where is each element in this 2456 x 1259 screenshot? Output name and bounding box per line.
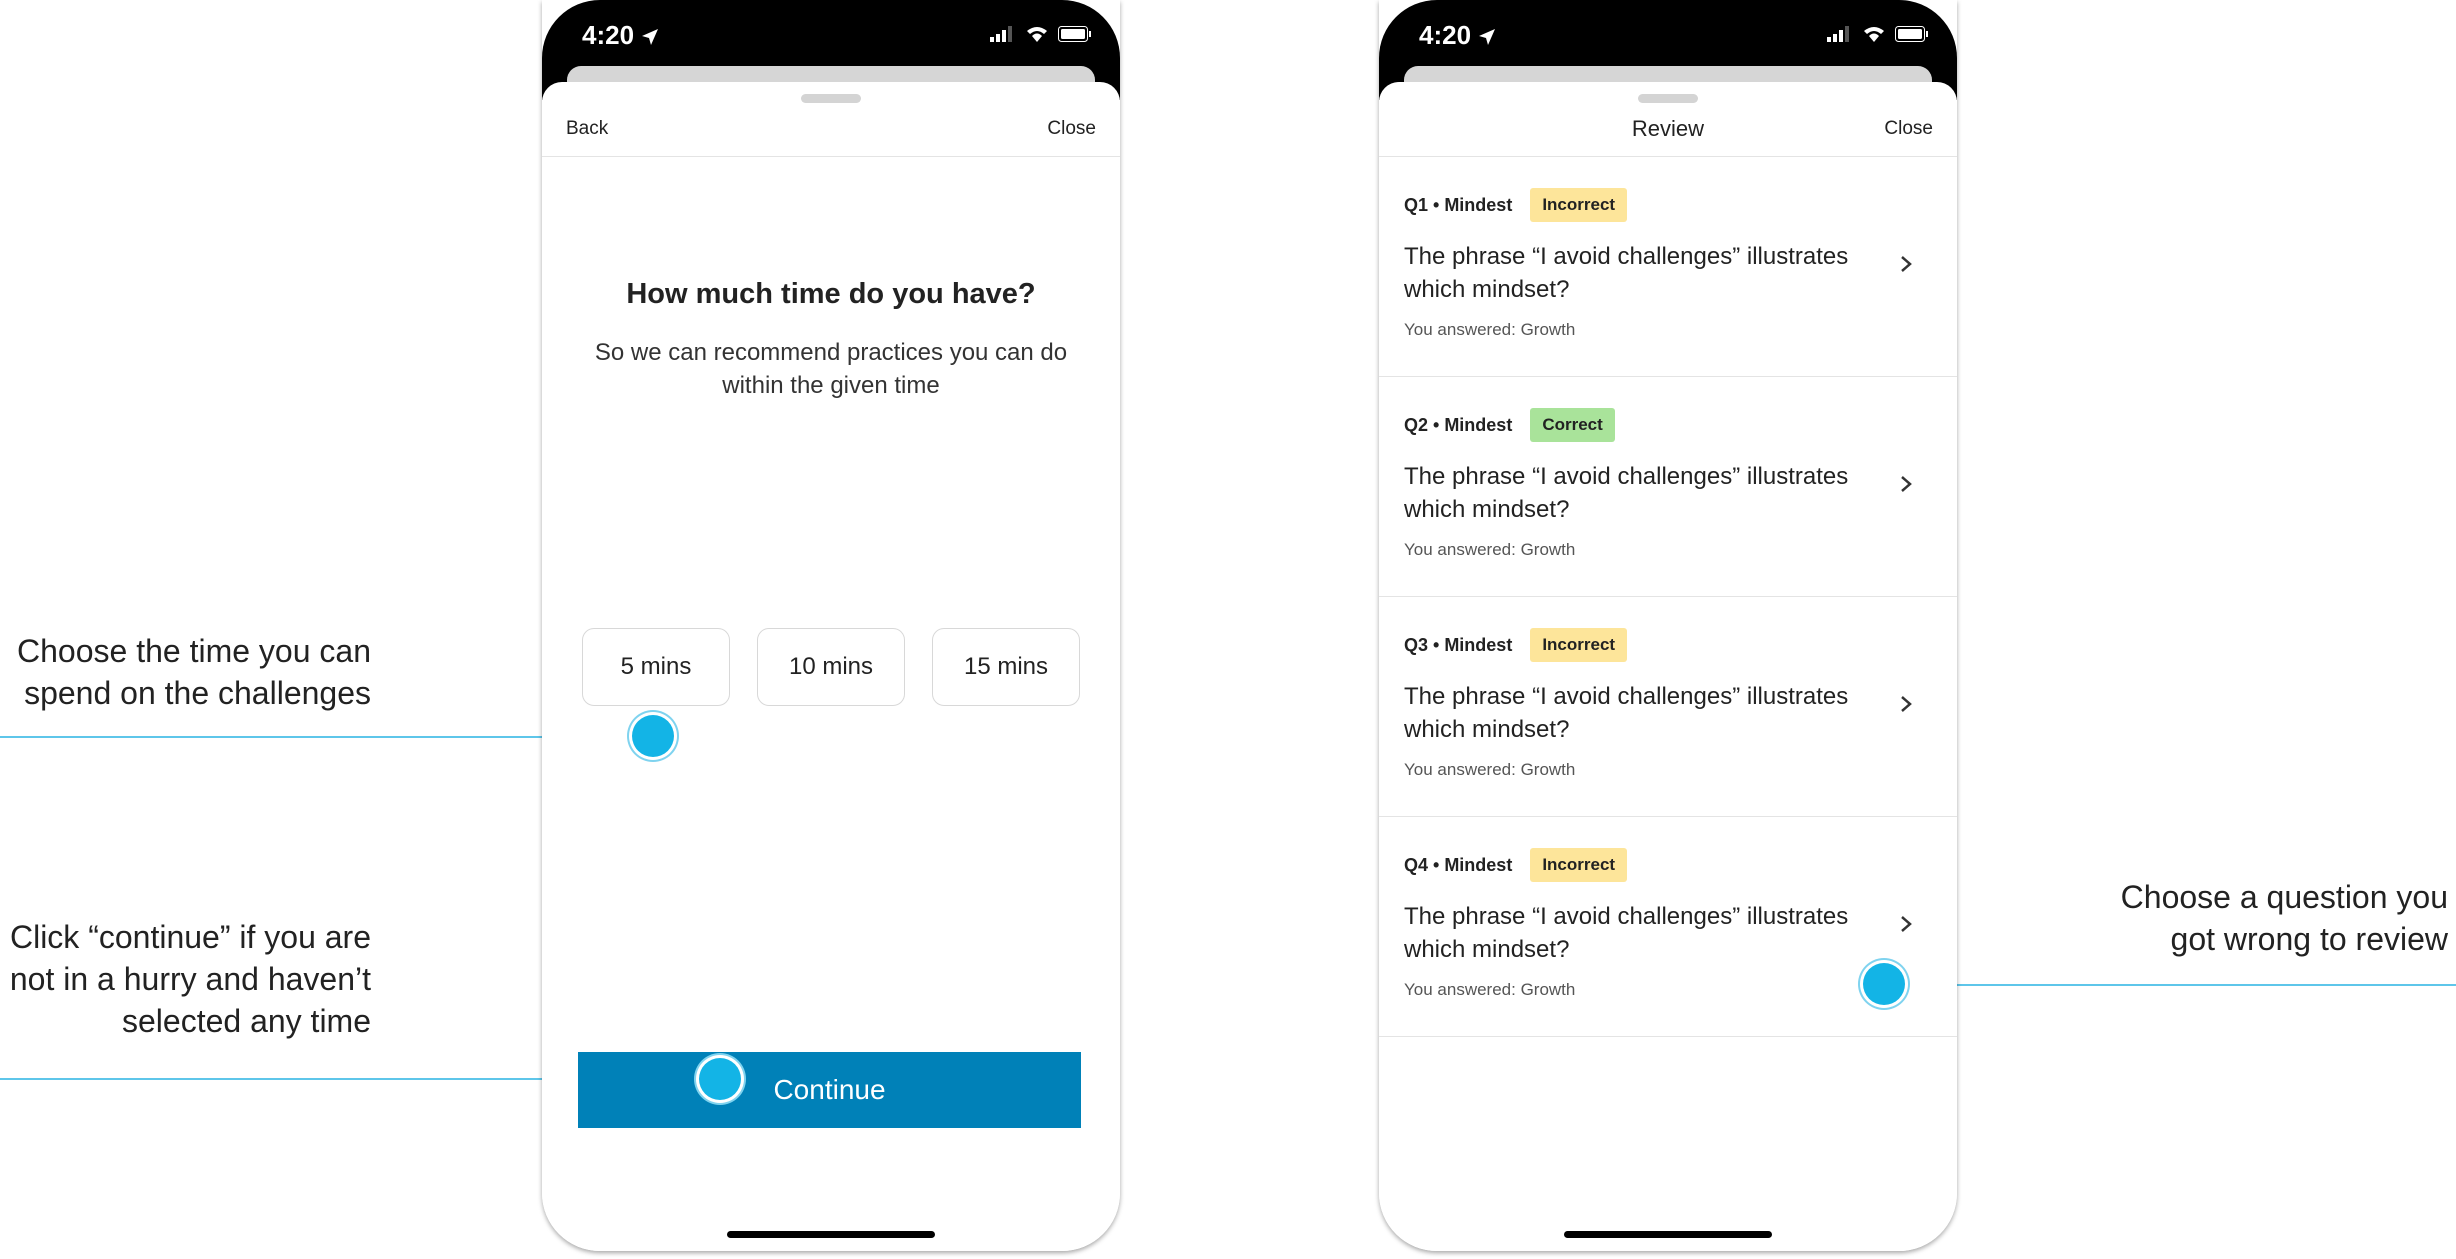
question-label: Q4 • Mindest [1404,854,1513,875]
annotation-time-line-1: Choose the time you can [17,633,371,669]
annotation-dot-review [1863,963,1905,1005]
annotation-review-line-2: got wrong to review [2170,921,2448,957]
annotation-continue-line-2: not in a hurry and haven’t [9,961,371,997]
question-label: Q2 • Mindest [1404,414,1513,435]
review-item-q2[interactable]: Q2 • Mindest Correct The phrase “I avoid… [1379,377,1957,597]
right-phone: 4:20 Review Close Q1 • Mindest Incorrect… [1379,0,1957,1251]
nav-divider [542,156,1120,157]
chevron-right-icon[interactable] [1895,473,1917,495]
time-option-10[interactable]: 10 mins [757,628,905,706]
close-button[interactable]: Close [1047,118,1096,140]
annotation-review-connector [1884,984,2456,986]
review-item-q1[interactable]: Q1 • Mindest Incorrect The phrase “I avo… [1379,157,1957,377]
review-sheet: Review Close Q1 • Mindest Incorrect The … [1379,82,1957,1251]
chevron-right-icon[interactable] [1895,253,1917,275]
annotation-continue-line-3: selected any time [121,1003,371,1039]
annotation-time: Choose the time you can spend on the cha… [0,630,371,714]
left-phone: 4:20 Back Close How much time do you hav… [542,0,1120,1251]
location-arrow-icon [641,22,659,53]
annotation-dot-time [632,715,674,757]
question-text: The phrase “I avoid challenges” illustra… [1404,463,1849,523]
wifi-icon [1026,26,1048,47]
status-icons [1827,26,1929,47]
signal-icon [990,26,1016,47]
question-meta: Q3 • Mindest Incorrect [1404,628,1628,662]
location-arrow-icon [1478,22,1496,53]
wifi-icon [1863,26,1885,47]
page-subtitle: So we can recommend practices you can do… [594,339,1068,399]
annotation-continue: Click “continue” if you are not in a hur… [0,916,371,1042]
status-time: 4:20 [1419,20,1496,53]
question-text: The phrase “I avoid challenges” illustra… [1404,903,1849,963]
question-label: Q3 • Mindest [1404,634,1513,655]
status-icons [990,26,1092,47]
question-text: The phrase “I avoid challenges” illustra… [1404,683,1849,743]
annotation-review: Choose a question you got wrong to revie… [2080,876,2448,960]
question-meta: Q2 • Mindest Correct [1404,408,1615,442]
time-sheet: Back Close How much time do you have? So… [542,82,1120,1251]
status-time-text: 4:20 [582,20,635,50]
annotation-review-line-1: Choose a question you [2120,879,2448,915]
question-answer: You answered: Growth [1404,540,1576,559]
status-badge: Incorrect [1530,188,1628,222]
status-badge: Correct [1530,408,1615,442]
sheet-handle[interactable] [1638,94,1698,103]
review-item-q3[interactable]: Q3 • Mindest Incorrect The phrase “I avo… [1379,597,1957,817]
annotation-continue-line-1: Click “continue” if you are [9,919,371,955]
page-title: How much time do you have? [626,278,1036,310]
status-badge: Incorrect [1530,848,1628,882]
question-label: Q1 • Mindest [1404,194,1513,215]
time-option-15[interactable]: 15 mins [932,628,1080,706]
question-text: The phrase “I avoid challenges” illustra… [1404,243,1849,303]
continue-button[interactable]: Continue [578,1052,1081,1128]
status-time-text: 4:20 [1419,20,1472,50]
battery-icon [1895,26,1929,47]
question-answer: You answered: Growth [1404,760,1576,779]
question-meta: Q1 • Mindest Incorrect [1404,188,1628,222]
question-answer: You answered: Growth [1404,320,1576,339]
question-meta: Q4 • Mindest Incorrect [1404,848,1628,882]
close-button[interactable]: Close [1884,118,1933,140]
item-divider [1379,1036,1957,1037]
home-indicator[interactable] [727,1231,935,1238]
chevron-right-icon[interactable] [1895,693,1917,715]
chevron-right-icon[interactable] [1895,913,1917,935]
status-time: 4:20 [582,20,659,53]
review-title: Review [1631,116,1705,141]
sheet-handle[interactable] [801,94,861,103]
review-item-q4[interactable]: Q4 • Mindest Incorrect The phrase “I avo… [1379,817,1957,1037]
back-button[interactable]: Back [566,118,608,140]
status-badge: Incorrect [1530,628,1628,662]
annotation-time-line-2: spend on the challenges [24,675,371,711]
question-answer: You answered: Growth [1404,980,1576,999]
signal-icon [1827,26,1853,47]
annotation-dot-continue [699,1058,741,1100]
battery-icon [1058,26,1092,47]
home-indicator[interactable] [1564,1231,1772,1238]
time-option-5[interactable]: 5 mins [582,628,730,706]
